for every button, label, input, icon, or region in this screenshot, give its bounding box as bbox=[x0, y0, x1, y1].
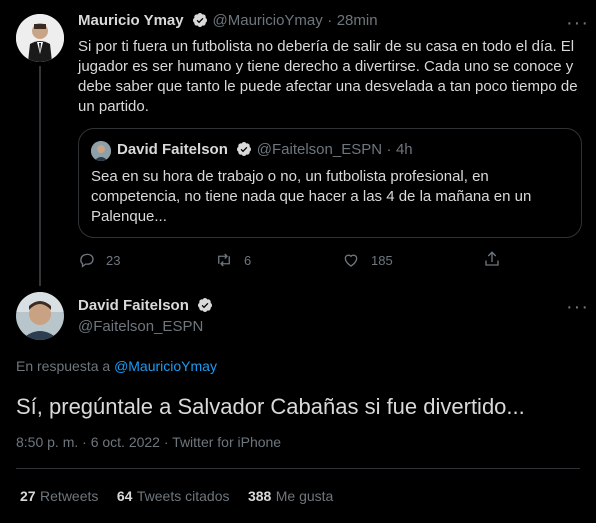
share-icon bbox=[485, 251, 499, 266]
retweets-count: 27 bbox=[20, 488, 36, 504]
retweets-label: Retweets bbox=[40, 488, 99, 504]
author-name[interactable]: David Faitelson bbox=[78, 297, 189, 314]
quote-time: 4h bbox=[395, 141, 413, 158]
separator: · bbox=[386, 141, 392, 158]
retweets-stat[interactable]: 27 Retweets bbox=[20, 488, 103, 505]
likes-count: 388 bbox=[247, 488, 272, 504]
verified-badge-icon bbox=[192, 12, 208, 33]
quotes-stat[interactable]: 64 Tweets citados bbox=[117, 488, 234, 505]
avatar-image bbox=[16, 14, 64, 62]
tweet-stats: 27 Retweets 64 Tweets citados 388 Me gus… bbox=[20, 488, 333, 506]
avatar-image bbox=[16, 292, 64, 340]
reply-button[interactable]: 23 bbox=[78, 251, 120, 269]
quote-author-name: David Faitelson bbox=[117, 141, 228, 158]
retweet-icon bbox=[218, 253, 230, 267]
divider bbox=[16, 468, 580, 469]
main-tweet-text: Sí, pregúntale a Salvador Cabañas si fue… bbox=[16, 394, 525, 419]
reply-context: En respuesta a @MauricioYmay bbox=[16, 358, 217, 374]
tweet-time[interactable]: 28min bbox=[337, 12, 378, 29]
like-count: 185 bbox=[371, 252, 393, 268]
quoted-tweet[interactable]: David Faitelson @Faitelson_ESPN · 4h Sea… bbox=[78, 128, 582, 238]
reply-icon bbox=[80, 253, 94, 268]
like-button[interactable]: 185 bbox=[341, 251, 393, 269]
quote-avatar bbox=[91, 141, 111, 161]
tweet-header: Mauricio Ymay @MauricioYmay · 28min bbox=[78, 12, 378, 33]
quotes-label: Tweets citados bbox=[136, 488, 230, 504]
tweet-timestamp[interactable]: 8:50 p. m. · 6 oct. 2022 · Twitter for i… bbox=[16, 434, 281, 450]
quote-author-handle: @Faitelson_ESPN bbox=[256, 141, 383, 158]
separator: · bbox=[327, 12, 333, 29]
quotes-count: 64 bbox=[116, 488, 133, 504]
more-options-icon[interactable]: ··· bbox=[566, 13, 589, 33]
likes-stat[interactable]: 388 Me gusta bbox=[248, 488, 333, 505]
retweet-button[interactable]: 6 bbox=[214, 251, 251, 269]
reply-count: 23 bbox=[106, 252, 121, 268]
reply-prefix: En respuesta a bbox=[16, 358, 111, 374]
tweet-text: Si por ti fuera un futbolista no debería… bbox=[78, 38, 578, 115]
like-icon bbox=[344, 254, 358, 267]
verified-badge-icon bbox=[197, 297, 213, 318]
author-handle[interactable]: @MauricioYmay bbox=[213, 12, 323, 29]
thread-line bbox=[39, 66, 41, 286]
author-handle[interactable]: @Faitelson_ESPN bbox=[78, 318, 203, 335]
share-button[interactable] bbox=[483, 250, 501, 273]
quote-text: Sea en su hora de trabajo o no, un futbo… bbox=[91, 168, 532, 225]
retweet-count: 6 bbox=[244, 252, 252, 268]
avatar[interactable] bbox=[16, 14, 64, 62]
reply-to-link[interactable]: @MauricioYmay bbox=[114, 358, 217, 374]
author-name[interactable]: Mauricio Ymay bbox=[78, 12, 184, 29]
verified-badge-icon bbox=[236, 141, 252, 162]
likes-label: Me gusta bbox=[275, 488, 334, 504]
avatar[interactable] bbox=[16, 292, 64, 340]
more-options-icon[interactable]: ··· bbox=[566, 297, 589, 317]
